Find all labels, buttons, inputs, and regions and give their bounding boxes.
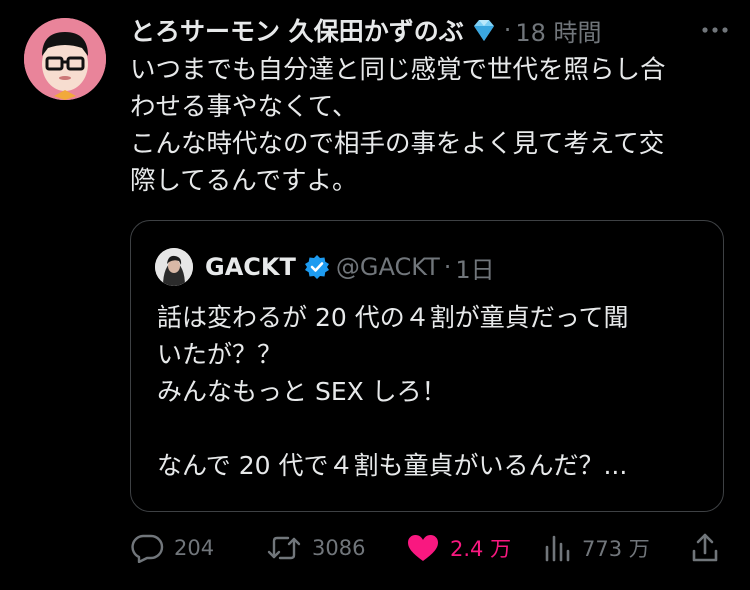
retweet-count: 3086 bbox=[312, 536, 366, 560]
quoted-tweet-text: 話は変わるが 20 代の４割が童貞だって聞 いたが？？ みんなもっと SEX し… bbox=[157, 299, 717, 484]
quoted-author-name: GACKT bbox=[205, 253, 296, 281]
cartoon-face-avatar bbox=[24, 18, 106, 100]
quoted-tweet-timestamp: 1日 bbox=[455, 255, 495, 284]
verified-badge-icon bbox=[304, 255, 329, 279]
author-name[interactable]: とろサーモン 久保田かずのぶ bbox=[130, 12, 464, 48]
tweet-text-line: わせる事やなくて、 bbox=[130, 92, 358, 122]
tweet-text-line: こんな時代なので相手の事をよく見て考えて交 bbox=[130, 129, 665, 159]
quoted-text-line: いたが？？ bbox=[157, 340, 283, 369]
header-separator: · bbox=[503, 16, 512, 44]
reply-count: 204 bbox=[174, 536, 215, 560]
quoted-text-line: なんで 20 代で４割も童貞がいるんだ？... bbox=[157, 451, 628, 480]
quoted-text-line: みんなもっと SEX しろ！ bbox=[157, 377, 447, 406]
retweet-icon bbox=[267, 536, 301, 560]
more-options-button[interactable] bbox=[700, 16, 730, 44]
share-icon bbox=[692, 533, 718, 562]
author-avatar[interactable] bbox=[24, 18, 106, 100]
tweet-text: いつまでも自分達と同じ感覚で世代を照らし合 わせる事やなくて、 こんな時代なので… bbox=[130, 52, 730, 200]
like-count: 2.4 万 bbox=[450, 537, 512, 561]
retweet-button[interactable]: 3086 bbox=[266, 528, 365, 568]
gem-icon bbox=[473, 20, 494, 41]
quoted-author-handle: @GACKT bbox=[335, 253, 440, 281]
tweet-timestamp[interactable]: 18 時間 bbox=[515, 13, 601, 48]
like-button[interactable]: 2.4 万 bbox=[406, 528, 511, 568]
portrait-avatar bbox=[155, 248, 193, 286]
tweet-header: とろサーモン 久保田かずのぶ · 18 時間 bbox=[130, 12, 730, 48]
quoted-header-separator: · bbox=[443, 253, 452, 281]
views-button[interactable]: 773 万 bbox=[542, 528, 650, 568]
views-chart-icon bbox=[545, 535, 570, 562]
quoted-author-avatar bbox=[155, 248, 193, 286]
quoted-tweet-card[interactable]: GACKT @GACKT · 1日 話は変わるが 20 代の４割が童貞だって聞 … bbox=[130, 220, 724, 512]
reply-icon bbox=[131, 534, 164, 563]
more-icon bbox=[702, 27, 728, 33]
heart-icon bbox=[408, 535, 438, 561]
tweet-action-bar: 204 3086 2.4 万 773 万 bbox=[130, 528, 730, 568]
tweet-text-line: いつまでも自分達と同じ感覚で世代を照らし合 bbox=[130, 55, 666, 85]
share-button[interactable] bbox=[690, 528, 730, 568]
quoted-text-line bbox=[157, 410, 717, 447]
quoted-tweet-header: GACKT @GACKT · 1日 bbox=[155, 247, 495, 287]
view-count: 773 万 bbox=[582, 537, 650, 561]
reply-button[interactable]: 204 bbox=[130, 528, 214, 568]
quoted-text-line: 話は変わるが 20 代の４割が童貞だって聞 bbox=[157, 303, 629, 332]
tweet-text-line: 際してるんですよ。 bbox=[130, 166, 358, 196]
